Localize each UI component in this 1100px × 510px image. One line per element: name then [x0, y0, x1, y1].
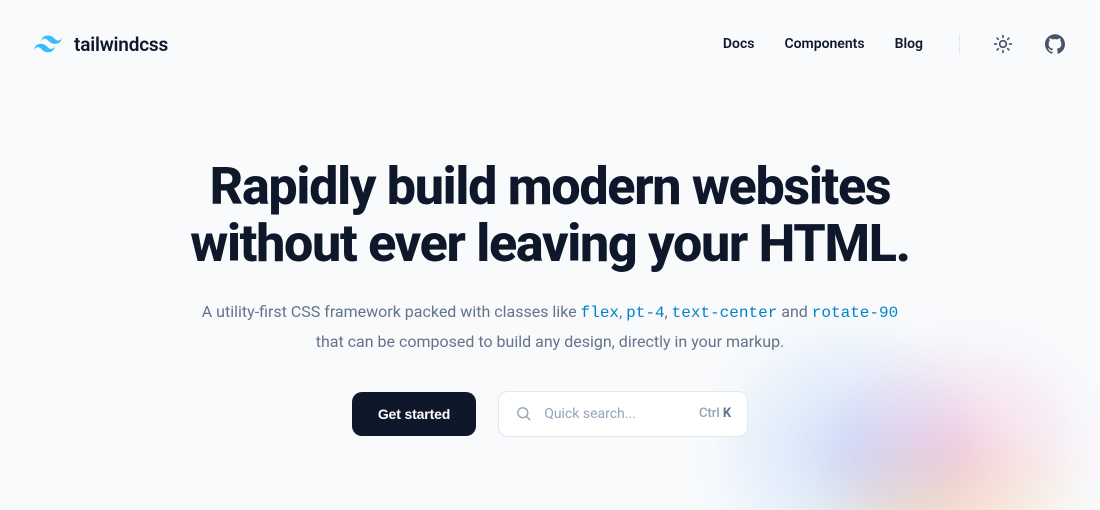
theme-toggle-icon[interactable] — [992, 33, 1014, 55]
sub-text: A utility-first CSS framework packed wit… — [202, 302, 581, 321]
kbd-mod: Ctrl — [699, 406, 723, 421]
code-sample-flex: flex — [581, 304, 619, 322]
code-sample-pt4: pt-4 — [626, 304, 664, 322]
cta-row: Get started Quick search... Ctrl K — [0, 391, 1100, 437]
nav-link-components[interactable]: Components — [784, 36, 864, 52]
github-icon[interactable] — [1044, 33, 1066, 55]
quick-search-button[interactable]: Quick search... Ctrl K — [498, 391, 748, 437]
hero-section: Rapidly build modern websites without ev… — [0, 64, 1100, 437]
sub-text: that can be composed to build any design… — [316, 332, 785, 351]
nav-link-docs[interactable]: Docs — [723, 36, 755, 52]
code-sample-rotate90: rotate-90 — [812, 304, 898, 322]
headline-line-2: without ever leaving your HTML. — [190, 213, 909, 274]
sub-text: and — [777, 302, 812, 321]
brand-name: tailwindcss — [74, 33, 168, 56]
hero-headline: Rapidly build modern websites without ev… — [110, 158, 990, 272]
top-nav: tailwindcss Docs Components Blog — [0, 0, 1100, 64]
search-icon — [515, 405, 532, 422]
nav-divider — [959, 34, 960, 54]
nav-links: Docs Components Blog — [723, 33, 1066, 55]
hero-subtitle: A utility-first CSS framework packed wit… — [190, 298, 910, 354]
get-started-button[interactable]: Get started — [352, 392, 476, 436]
sub-sep: , — [665, 302, 672, 321]
code-sample-text-center: text-center — [672, 304, 778, 322]
tailwind-logo-icon — [34, 35, 62, 53]
search-placeholder: Quick search... — [544, 406, 687, 422]
kbd-key: K — [723, 406, 731, 421]
nav-link-blog[interactable]: Blog — [895, 36, 923, 52]
headline-line-1: Rapidly build modern websites — [210, 156, 891, 217]
search-shortcut: Ctrl K — [699, 406, 731, 421]
brand-logo-link[interactable]: tailwindcss — [34, 33, 168, 56]
